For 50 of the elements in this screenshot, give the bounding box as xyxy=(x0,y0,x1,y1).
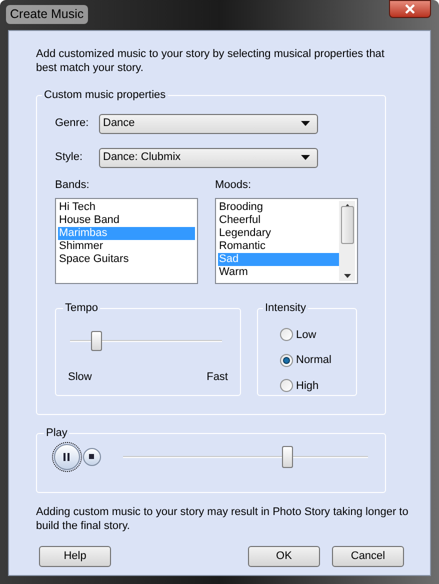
dialog-button[interactable]: Cancel xyxy=(332,546,404,567)
stop-icon xyxy=(89,454,94,459)
list-label: Moods: xyxy=(215,178,252,192)
pause-button[interactable] xyxy=(54,444,80,470)
dropdown[interactable]: Dance: Clubmix xyxy=(99,148,318,168)
list-box[interactable]: Brooding Cheerful Legendary Romantic Sad Warm xyxy=(215,198,358,284)
radio-option[interactable]: Low xyxy=(280,326,334,343)
list-item[interactable]: Romantic xyxy=(218,240,339,253)
close-button[interactable] xyxy=(389,0,431,18)
slider-max-label: Fast xyxy=(206,370,228,384)
list-item[interactable]: Space Guitars xyxy=(58,253,195,266)
list-box[interactable]: Hi Tech House Band Marimbas Shimmer Space Guitars xyxy=(55,198,198,284)
list-item[interactable]: Legendary xyxy=(218,227,339,240)
dropdown-arrow-icon xyxy=(301,121,310,126)
dialog-button[interactable]: Help xyxy=(39,546,111,567)
position-slider[interactable] xyxy=(122,446,368,468)
down-arrow-icon xyxy=(344,274,350,278)
window-title: Create Music xyxy=(6,5,88,24)
close-icon xyxy=(404,4,416,14)
dropdown[interactable]: Dance xyxy=(99,114,318,134)
radio-button[interactable] xyxy=(280,354,293,367)
pause-icon xyxy=(63,452,70,460)
intro-text: Add customized music to your story by selecting musical properties that best match your story. xyxy=(36,47,386,75)
radio-button[interactable] xyxy=(280,328,293,342)
radio-option[interactable]: Normal xyxy=(280,352,334,368)
list-item[interactable]: Warm xyxy=(218,266,339,279)
dropdown-arrow-icon xyxy=(301,155,310,160)
list-label: Bands: xyxy=(55,178,90,192)
group-title: Intensity xyxy=(264,301,307,316)
list-item[interactable]: Shimmer xyxy=(58,240,195,253)
radio-button[interactable] xyxy=(280,379,293,392)
tempo-slider[interactable] xyxy=(70,330,222,350)
slider-thumb[interactable] xyxy=(91,330,102,350)
scrollbar[interactable] xyxy=(339,201,355,281)
stop-button[interactable] xyxy=(82,448,101,466)
group-title: Play xyxy=(45,426,68,441)
slider-thumb[interactable] xyxy=(282,446,293,468)
field-label: Style: xyxy=(55,150,84,166)
radio-option[interactable]: High xyxy=(280,378,334,394)
list-item[interactable]: Hi Tech xyxy=(58,201,195,214)
slider-min-label: Slow xyxy=(68,370,92,384)
dialog-button[interactable]: OK xyxy=(248,546,320,567)
list-item[interactable]: House Band xyxy=(58,214,195,227)
note-text: Adding custom music to your story may result in Photo Story taking longer to build the final story. xyxy=(36,505,410,533)
field-label: Genre: xyxy=(55,116,87,132)
scroll-thumb[interactable] xyxy=(340,206,354,244)
group-title: Tempo xyxy=(64,301,100,316)
list-item[interactable]: Cheerful xyxy=(218,214,339,227)
list-item[interactable]: Brooding xyxy=(218,201,339,214)
group-title: Custom music properties xyxy=(43,88,167,103)
